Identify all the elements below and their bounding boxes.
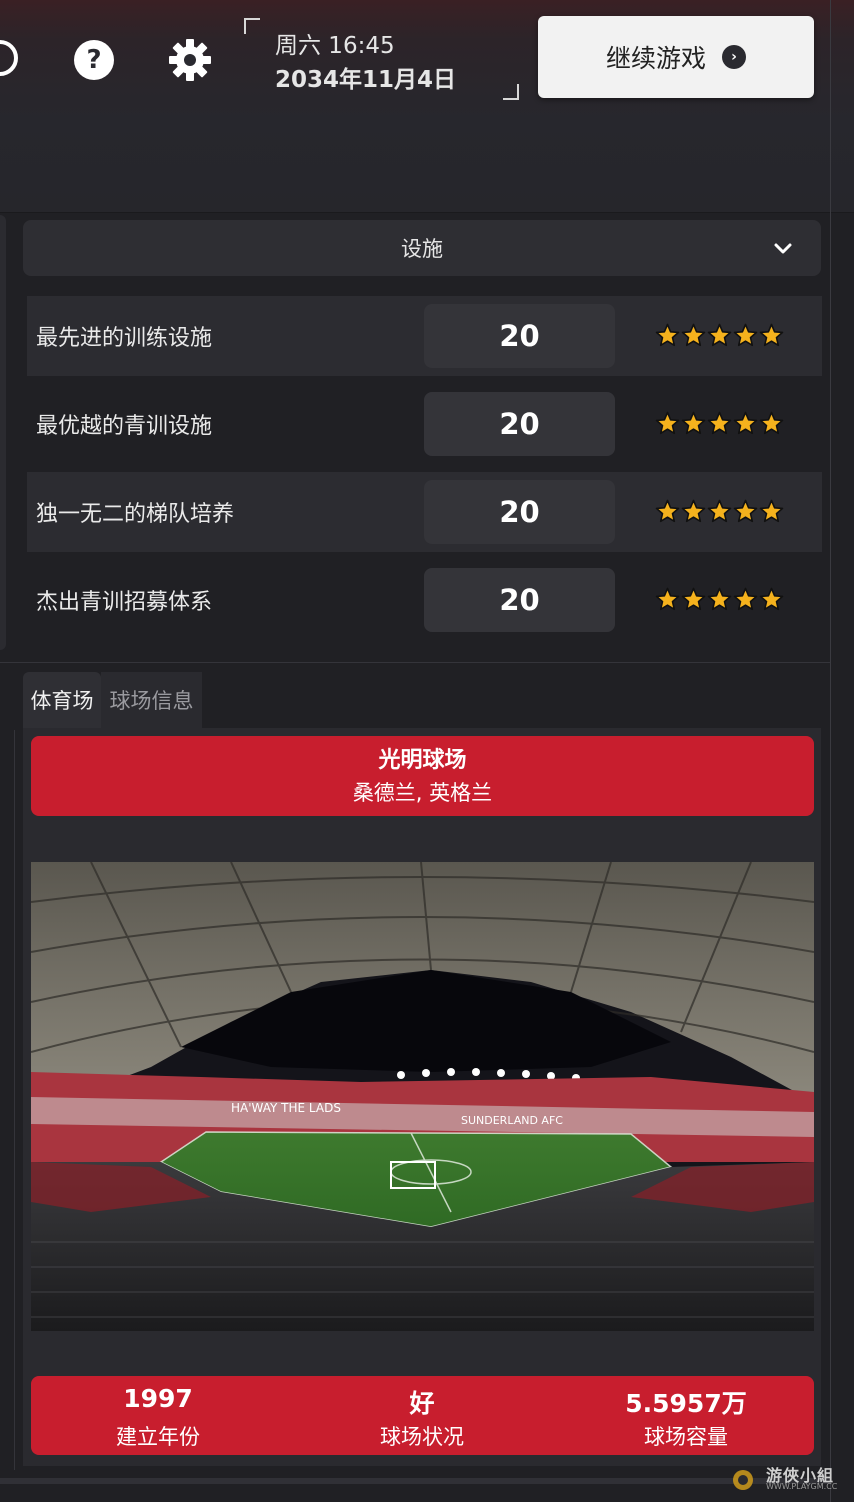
star-icon [681, 323, 706, 347]
facility-label: 最优越的青训设施 [36, 414, 213, 439]
corner-bracket [503, 84, 519, 100]
facility-row: 最优越的青训设施 20 [27, 384, 822, 464]
watermark-url: WWW.PLAYGM.CC [766, 1482, 838, 1491]
stat-value: 好 [409, 1389, 435, 1418]
stat-value: 1997 [123, 1384, 193, 1413]
partial-club-icon[interactable] [0, 40, 18, 76]
tab-stadium[interactable]: 体育场 [23, 672, 101, 728]
star-icon [681, 587, 706, 611]
stat-label: 球场状况 [380, 1425, 464, 1449]
star-icon [707, 411, 732, 435]
star-rating [655, 411, 784, 437]
star-icon [655, 499, 680, 523]
star-rating [655, 499, 784, 525]
facilities-dropdown[interactable]: 设施 [23, 220, 821, 276]
help-button[interactable]: ? [74, 40, 114, 80]
top-bar: ? 周六 16:45 2034年11月4日 继续游戏 › [0, 0, 854, 213]
facility-row: 最先进的训练设施 20 [27, 296, 822, 376]
facility-value: 20 [424, 392, 615, 456]
star-rating [655, 587, 784, 613]
facility-label: 最先进的训练设施 [36, 326, 213, 351]
question-icon: ? [86, 45, 102, 75]
stadium-title-card: 光明球场 桑德兰, 英格兰 [31, 736, 814, 816]
stat-pitch-condition: 好 球场状况 [295, 1376, 549, 1455]
stat-capacity: 5.5957万 球场容量 [559, 1376, 813, 1455]
star-icon [733, 411, 758, 435]
current-date: 2034年11月4日 [275, 67, 457, 93]
facility-value: 20 [424, 568, 615, 632]
facility-row: 杰出青训招募体系 20 [27, 560, 822, 640]
continue-label: 继续游戏 [605, 44, 706, 73]
star-icon [733, 323, 758, 347]
star-icon [655, 323, 680, 347]
horizontal-scrollbar[interactable] [0, 1478, 830, 1484]
facility-row: 独一无二的梯队培养 20 [27, 472, 822, 552]
star-icon [733, 499, 758, 523]
arrow-right-icon: › [722, 45, 746, 69]
corner-bracket [244, 18, 260, 34]
star-icon [759, 323, 784, 347]
facilities-header-label: 设施 [401, 237, 443, 261]
stand-banner: SUNDERLAND AFC [461, 1114, 563, 1127]
stadium-location: 桑德兰, 英格兰 [352, 781, 493, 805]
facility-label: 杰出青训招募体系 [36, 590, 213, 615]
star-icon [655, 411, 680, 435]
facility-value: 20 [424, 480, 615, 544]
stat-value: 5.5957万 [625, 1389, 747, 1418]
stand-banner: HA'WAY THE LADS [231, 1101, 341, 1115]
current-time: 周六 16:45 [275, 33, 395, 59]
star-icon [681, 499, 706, 523]
watermark: 游俠小組 WWW.PLAYGM.CC [726, 1462, 846, 1496]
star-icon [759, 411, 784, 435]
watermark-logo-icon [733, 1470, 753, 1490]
stadium-photo: HA'WAY THE LADS SUNDERLAND AFC [31, 862, 814, 1331]
star-icon [759, 587, 784, 611]
section-divider [0, 662, 830, 663]
star-icon [655, 587, 680, 611]
star-rating [655, 323, 784, 349]
star-icon [707, 587, 732, 611]
stadium-stats-bar: 1997 建立年份 好 球场状况 5.5957万 球场容量 [31, 1376, 814, 1455]
star-icon [759, 499, 784, 523]
star-icon [733, 587, 758, 611]
left-panel-edge [0, 215, 6, 650]
left-panel-edge [0, 730, 15, 1470]
chevron-down-icon [774, 243, 792, 254]
tab-stadium-info[interactable]: 球场信息 [101, 672, 202, 728]
star-icon [707, 499, 732, 523]
star-icon [707, 323, 732, 347]
stadium-name: 光明球场 [378, 748, 467, 773]
game-datetime[interactable]: 周六 16:45 2034年11月4日 [244, 18, 519, 100]
facility-value: 20 [424, 304, 615, 368]
star-icon [681, 411, 706, 435]
panel-border [830, 0, 831, 1502]
facility-label: 独一无二的梯队培养 [36, 502, 235, 527]
stat-founded-year: 1997 建立年份 [31, 1376, 285, 1455]
settings-gear-icon[interactable] [167, 37, 213, 83]
stat-label: 建立年份 [116, 1425, 200, 1449]
facilities-panel: 设施 最先进的训练设施 20 最优越的青训设施 20 独一无二的梯队培养 20 … [22, 215, 830, 662]
stat-label: 球场容量 [644, 1425, 728, 1449]
continue-game-button[interactable]: 继续游戏 › [538, 16, 814, 98]
